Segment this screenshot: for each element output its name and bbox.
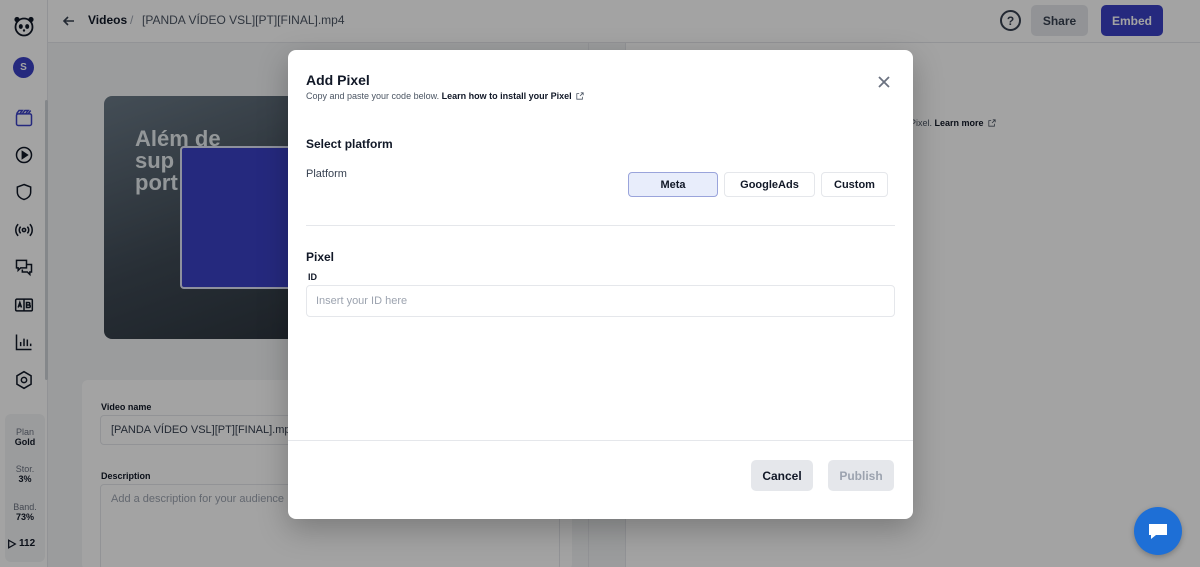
platform-option-meta[interactable]: Meta bbox=[628, 172, 718, 197]
platform-option-custom[interactable]: Custom bbox=[821, 172, 888, 197]
select-platform-heading: Select platform bbox=[306, 137, 393, 151]
cancel-button[interactable]: Cancel bbox=[751, 460, 813, 491]
modal-title: Add Pixel bbox=[306, 72, 370, 88]
close-icon[interactable] bbox=[876, 74, 892, 90]
platform-label: Platform bbox=[306, 168, 347, 180]
section-divider bbox=[306, 225, 895, 226]
external-link-icon bbox=[576, 92, 584, 100]
chat-bubble-icon bbox=[1149, 524, 1167, 539]
pixel-id-input[interactable]: Insert your ID here bbox=[306, 285, 895, 317]
footer-divider bbox=[288, 440, 913, 441]
support-chat-button[interactable] bbox=[1134, 507, 1182, 555]
platform-option-googleads[interactable]: GoogleAds bbox=[724, 172, 815, 197]
pixel-heading: Pixel bbox=[306, 250, 335, 264]
add-pixel-modal: Add Pixel Copy and paste your code below… bbox=[288, 50, 913, 519]
modal-subtitle: Copy and paste your code below. Learn ho… bbox=[306, 91, 584, 101]
id-label: ID bbox=[308, 272, 317, 282]
publish-button[interactable]: Publish bbox=[828, 460, 894, 491]
install-pixel-link[interactable]: Learn how to install your Pixel bbox=[442, 91, 572, 101]
